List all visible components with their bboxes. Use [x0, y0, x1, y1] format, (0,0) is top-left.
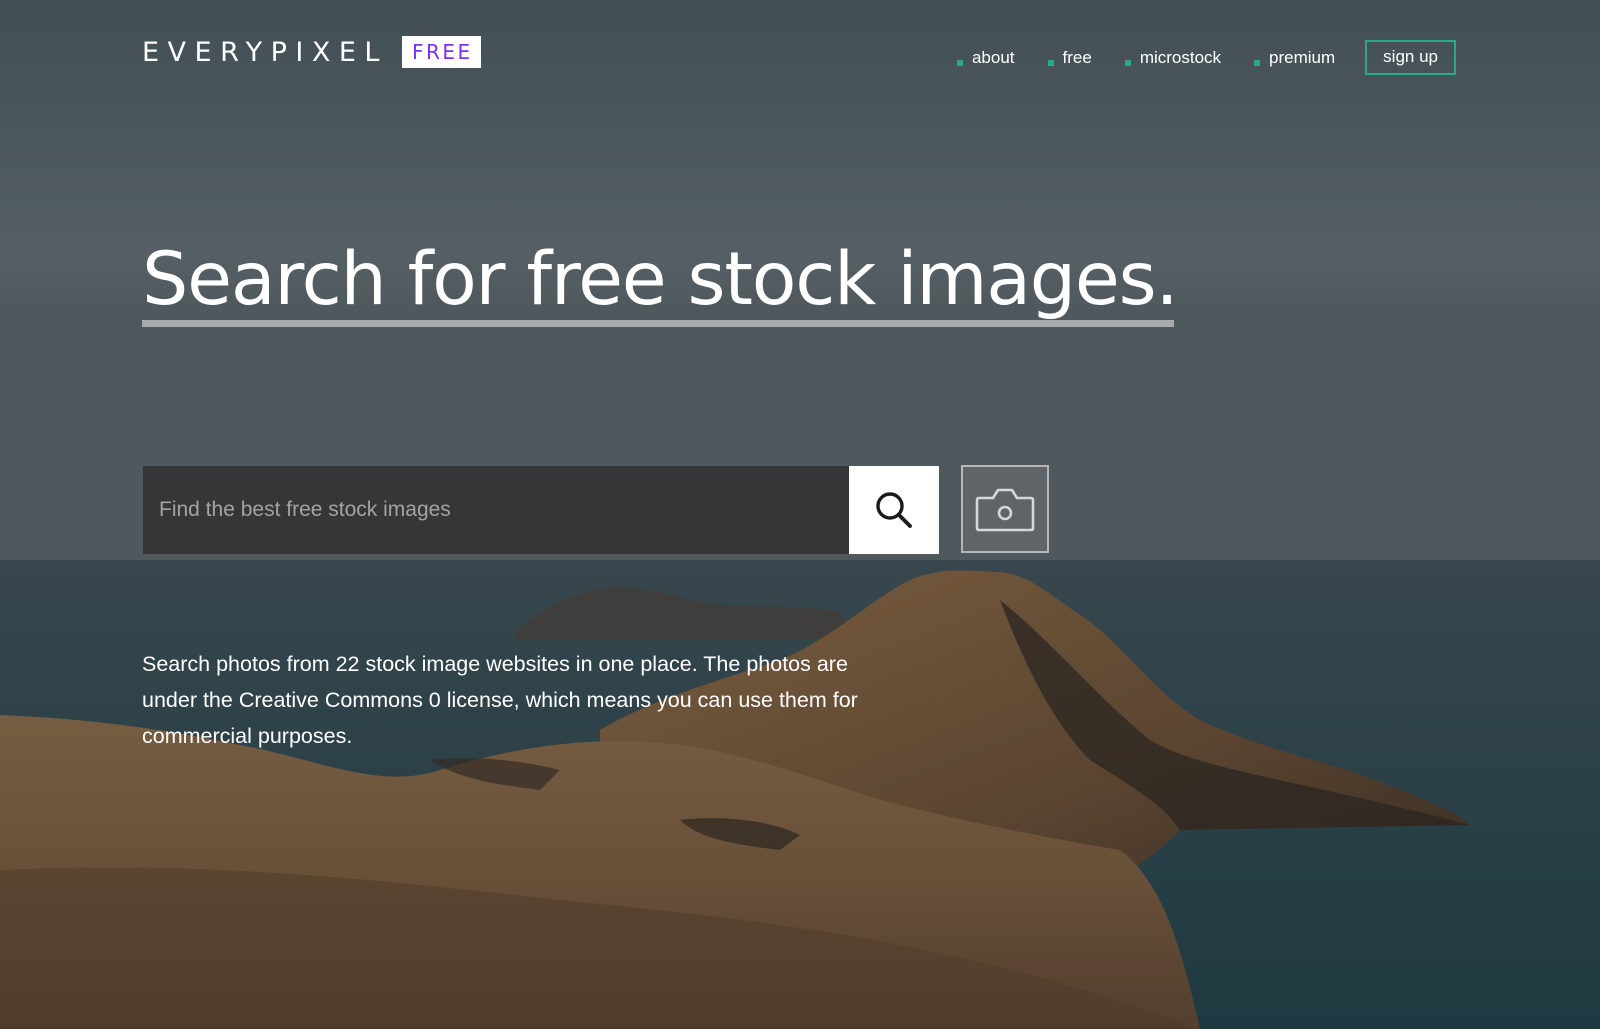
sign-up-button[interactable]: sign up — [1365, 40, 1456, 75]
image-search-camera-button[interactable] — [961, 465, 1049, 553]
site-description: Search photos from 22 stock image websit… — [142, 652, 858, 748]
nav-item-label: about — [971, 47, 1015, 67]
main-nav: about free microstock premium sign up — [924, 40, 1456, 75]
nav-item-about[interactable]: about — [956, 47, 1015, 68]
nav-item-label: free — [1062, 47, 1092, 67]
nav-item-premium[interactable]: premium — [1254, 48, 1335, 68]
nav-item-free[interactable]: free — [1047, 47, 1092, 68]
header: EVERYPIXEL FREE about free microstock pr… — [0, 0, 1600, 110]
nav-bullet-icon — [1254, 59, 1261, 66]
nav-item-microstock[interactable]: microstock — [1124, 47, 1222, 68]
nav-bullet-icon — [1124, 59, 1131, 66]
page: EVERYPIXEL FREE about free microstock pr… — [0, 0, 1600, 1029]
nav-item-label: microstock — [1139, 47, 1222, 67]
search-input[interactable] — [143, 466, 849, 554]
search-button[interactable] — [849, 466, 939, 554]
nav-bullet-icon — [1047, 59, 1054, 66]
magnifier-icon — [876, 492, 912, 528]
logo[interactable]: EVERYPIXEL FREE — [142, 36, 481, 68]
search-bar — [143, 466, 939, 554]
logo-wordmark: EVERYPIXEL — [142, 36, 388, 68]
hero-title: Search for free stock images. — [142, 237, 1179, 322]
nav-bullet-icon — [956, 59, 963, 66]
camera-icon — [975, 488, 1035, 532]
logo-free-badge: FREE — [401, 36, 481, 68]
nav-item-label: premium — [1269, 47, 1336, 67]
